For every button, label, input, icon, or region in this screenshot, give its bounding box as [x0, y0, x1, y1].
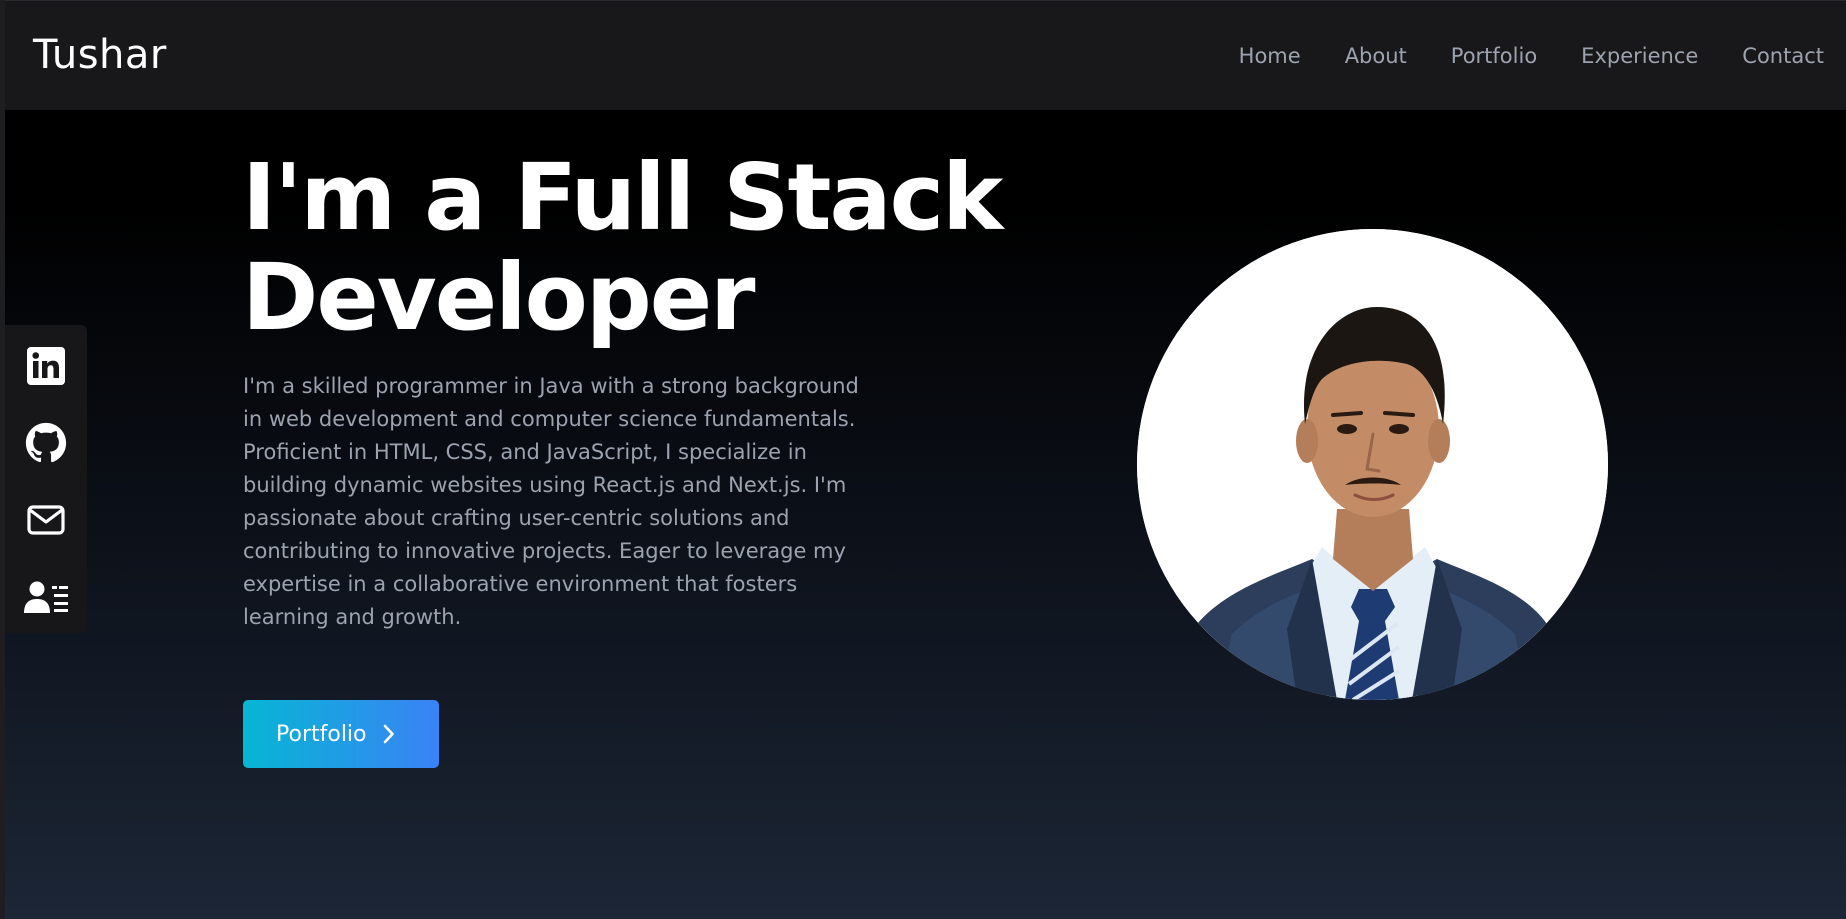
nav-experience[interactable]: Experience — [1581, 39, 1698, 73]
navbar: Tushar Home About Portfolio Experience C… — [5, 0, 1846, 110]
github-icon — [25, 422, 67, 462]
linkedin-icon — [27, 346, 65, 385]
mail-link[interactable] — [5, 481, 87, 558]
nav-contact[interactable]: Contact — [1742, 39, 1824, 73]
hero-title: I'm a Full Stack Developer — [242, 148, 1062, 348]
social-sidebar — [5, 325, 87, 633]
hero-title-line-2: Developer — [242, 244, 755, 351]
window-edge — [0, 0, 5, 919]
hero-title-line-1: I'm a Full Stack — [242, 144, 1003, 251]
nav-about[interactable]: About — [1345, 39, 1407, 73]
profile-photo — [1137, 229, 1608, 700]
hero-description: I'm a skilled programmer in Java with a … — [243, 374, 859, 629]
nav-portfolio[interactable]: Portfolio — [1451, 39, 1537, 73]
nav-links: Home About Portfolio Experience Contact — [1239, 39, 1846, 73]
portfolio-button[interactable]: Portfolio — [243, 700, 439, 768]
resume-icon — [24, 581, 68, 613]
resume-link[interactable] — [5, 558, 87, 635]
brand-logo[interactable]: Tushar — [33, 29, 167, 81]
page: Tushar Home About Portfolio Experience C… — [0, 0, 1846, 919]
nav-home[interactable]: Home — [1239, 39, 1301, 73]
profile-portrait — [1137, 229, 1608, 700]
mail-icon — [27, 504, 65, 535]
chevron-right-icon — [383, 724, 395, 744]
linkedin-link[interactable] — [5, 327, 87, 404]
portfolio-button-label: Portfolio — [276, 721, 367, 747]
github-link[interactable] — [5, 404, 87, 481]
